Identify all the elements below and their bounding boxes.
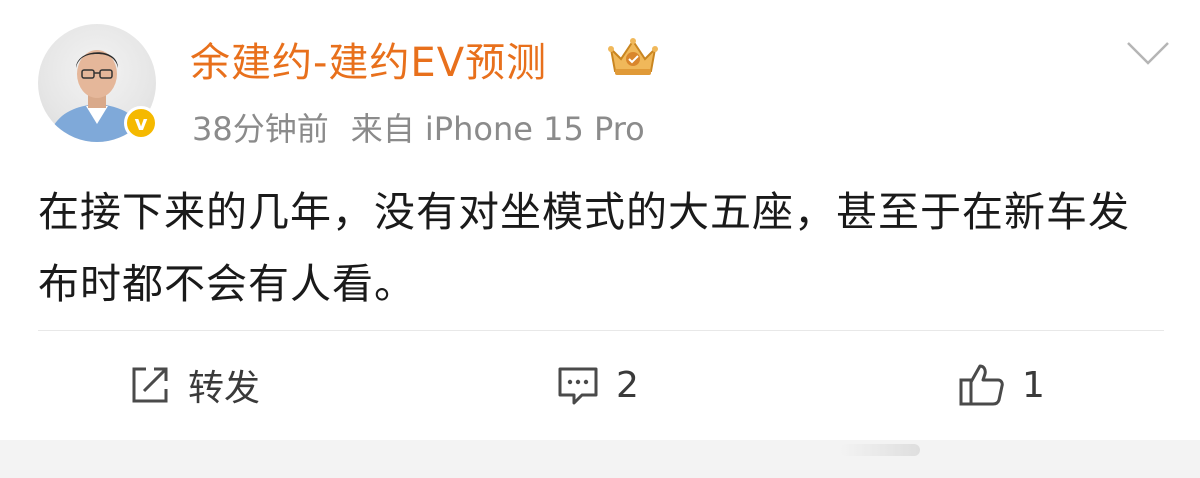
avatar-container[interactable]: v [38, 24, 158, 142]
verified-mark: v [134, 111, 148, 135]
author-name[interactable]: 余建约-建约EV预测 [190, 30, 547, 88]
comment-button[interactable]: 2 [556, 362, 639, 408]
crown-icon[interactable] [605, 35, 661, 79]
separator-shade [840, 444, 920, 456]
post-source[interactable]: 来自 iPhone 15 Pro [351, 110, 645, 148]
repost-icon [132, 367, 168, 403]
like-count: 1 [1022, 364, 1045, 406]
chevron-down-icon[interactable] [1126, 40, 1170, 66]
repost-label: 转发 [188, 368, 261, 409]
verified-badge-icon: v [124, 106, 158, 140]
like-button[interactable]: 1 [958, 362, 1045, 408]
post-card: v 余建约-建约EV预测 38分钟前 来自 iPhone 15 Pro 在接下来的… [0, 0, 1200, 440]
post-content: 在接下来的几年，没有对坐模式的大五座，甚至于在新车发布时都不会有人看。 [38, 188, 1130, 308]
divider [38, 330, 1164, 331]
post-time: 38分钟前 [192, 110, 329, 148]
repost-button[interactable]: 转发 [128, 362, 261, 409]
thumbs-up-icon [959, 364, 1004, 406]
feed-separator [0, 440, 1200, 478]
comment-icon [558, 367, 598, 405]
post-meta: 38分钟前 来自 iPhone 15 Pro [192, 104, 645, 150]
comment-count: 2 [616, 364, 639, 406]
